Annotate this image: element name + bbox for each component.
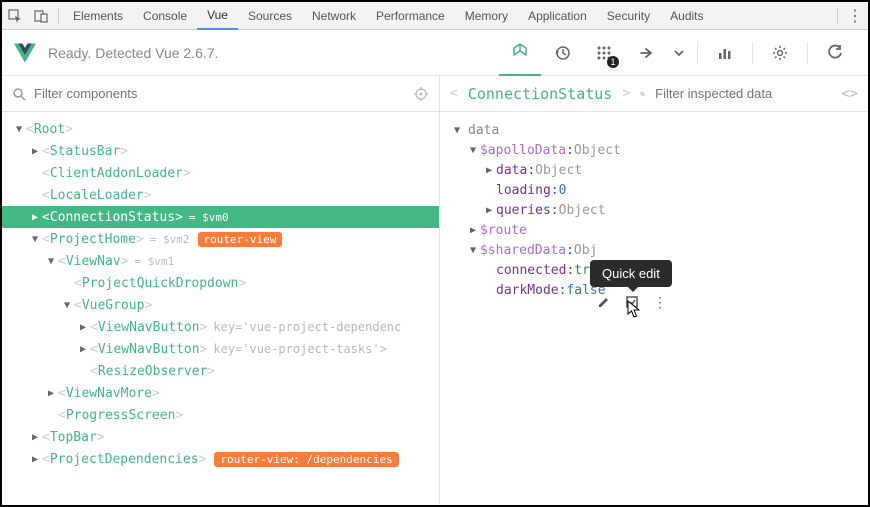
data-filter-input[interactable] [655,86,831,101]
target-icon[interactable] [413,86,429,102]
vue-status-text: Ready. Detected Vue 2.6.7. [48,45,218,61]
expand-arrow-icon[interactable]: ▶ [484,205,494,216]
expand-arrow-icon[interactable]: ▶ [30,212,40,223]
expand-arrow-icon[interactable]: ▼ [62,300,72,311]
events-badge: 1 [607,56,619,68]
data-row[interactable]: loading: 0 [440,180,868,200]
separator [752,42,753,64]
search-icon [640,87,645,101]
tab-console[interactable]: Console [133,2,197,30]
tree-row[interactable]: ▶<StatusBar> [2,140,439,162]
more-icon[interactable]: ⋮ [842,2,868,30]
routing-tool-icon[interactable] [625,30,667,76]
expand-arrow-icon[interactable]: ▶ [484,165,494,176]
separator [58,8,59,24]
tree-row[interactable]: ▼<ViewNav>= $vm1 [2,250,439,272]
value-actions: ⋮ [596,294,668,310]
expand-arrow-icon[interactable]: ▶ [78,322,88,333]
performance-tool-icon[interactable] [704,30,746,76]
data-row[interactable]: ▶$route [440,220,868,240]
angle-bracket: < [450,86,458,101]
tree-row[interactable]: ▶<ViewNavButton> key='vue-project-depend… [2,316,439,338]
tooltip: Quick edit [590,260,672,287]
inspected-component-name: ConnectionStatus [468,85,613,103]
data-row[interactable]: ▶data: Object [440,160,868,180]
expand-arrow-icon[interactable]: ▶ [78,344,88,355]
vue-banner: Ready. Detected Vue 2.6.7. 1 [2,30,868,76]
component-tree-panel: ▼<Root>▶<StatusBar><ClientAddonLoader><L… [2,76,440,505]
tree-row[interactable]: ▼<Root> [2,118,439,140]
tab-performance[interactable]: Performance [366,2,455,30]
open-in-editor-icon[interactable]: <> [841,86,858,102]
tree-row[interactable]: ▶<ProjectDependencies>router-view: /depe… [2,448,439,470]
router-view-badge: router-view: /dependencies [214,452,398,467]
tree-row[interactable]: <ClientAddonLoader> [2,162,439,184]
inspect-element-icon[interactable] [2,2,28,30]
device-toolbar-icon[interactable] [28,2,54,30]
data-row[interactable]: ▶queries: Object [440,200,868,220]
inspected-header: < ConnectionStatus > <> [440,76,868,112]
expand-arrow-icon[interactable]: ▶ [468,225,478,236]
tree-row[interactable]: <ProjectQuickDropdown> [2,272,439,294]
expand-arrow-icon[interactable]: ▼ [468,245,478,256]
component-filter-row [2,76,439,112]
separator [807,42,808,64]
tree-row[interactable]: ▼<ProjectHome>= $vm2router-view [2,228,439,250]
components-tool-icon[interactable] [499,30,541,76]
search-icon [12,87,26,101]
chevron-down-icon[interactable] [667,30,691,76]
settings-icon[interactable] [759,30,801,76]
angle-bracket: > [622,86,630,101]
router-view-badge: router-view [198,232,283,247]
more-actions-icon[interactable]: ⋮ [652,294,668,310]
tab-network[interactable]: Network [302,2,366,30]
tree-row[interactable]: ▶<ConnectionStatus>= $vm0 [2,206,439,228]
tab-sources[interactable]: Sources [238,2,302,30]
events-tool-icon[interactable]: 1 [583,30,625,76]
tab-audits[interactable]: Audits [660,2,713,30]
tree-row[interactable]: <LocaleLoader> [2,184,439,206]
vuex-history-icon[interactable] [541,30,583,76]
edit-icon[interactable] [596,294,612,310]
data-row[interactable]: ▼$apolloData: Object [440,140,868,160]
tab-application[interactable]: Application [518,2,597,30]
tree-row[interactable]: <ResizeObserver> [2,360,439,382]
tree-row[interactable]: ▼<VueGroup> [2,294,439,316]
data-section-label: data [468,123,499,138]
quick-edit-icon[interactable] [624,294,640,310]
separator [697,42,698,64]
devtools-tab-bar: Elements Console Vue Sources Network Per… [2,2,868,30]
tab-memory[interactable]: Memory [455,2,518,30]
tab-vue[interactable]: Vue [197,2,238,30]
tree-row[interactable]: <ProgressScreen> [2,404,439,426]
expand-arrow-icon[interactable]: ▶ [30,146,40,157]
refresh-icon[interactable] [814,30,856,76]
tab-security[interactable]: Security [597,2,660,30]
expand-arrow-icon[interactable]: ▶ [30,454,40,465]
separator [837,8,838,24]
tree-row[interactable]: ▶<TopBar> [2,426,439,448]
expand-arrow-icon[interactable]: ▼ [452,125,462,136]
tab-elements[interactable]: Elements [63,2,133,30]
expand-arrow-icon[interactable]: ▼ [46,256,56,267]
expand-arrow-icon[interactable]: ▼ [14,124,24,135]
component-filter-input[interactable] [34,86,405,101]
vue-logo-icon [14,42,36,64]
tree-row[interactable]: ▶<ViewNavMore> [2,382,439,404]
inspected-data-panel: < ConnectionStatus > <> ▼ data ▼$apolloData:… [440,76,868,505]
data-row[interactable]: ▼$sharedData: Obj [440,240,868,260]
expand-arrow-icon[interactable]: ▼ [468,145,478,156]
expand-arrow-icon[interactable]: ▶ [30,432,40,443]
expand-arrow-icon[interactable]: ▶ [46,388,56,399]
expand-arrow-icon[interactable]: ▼ [30,234,40,245]
tree-row[interactable]: ▶<ViewNavButton> key='vue-project-tasks'… [2,338,439,360]
component-tree[interactable]: ▼<Root>▶<StatusBar><ClientAddonLoader><L… [2,112,439,476]
